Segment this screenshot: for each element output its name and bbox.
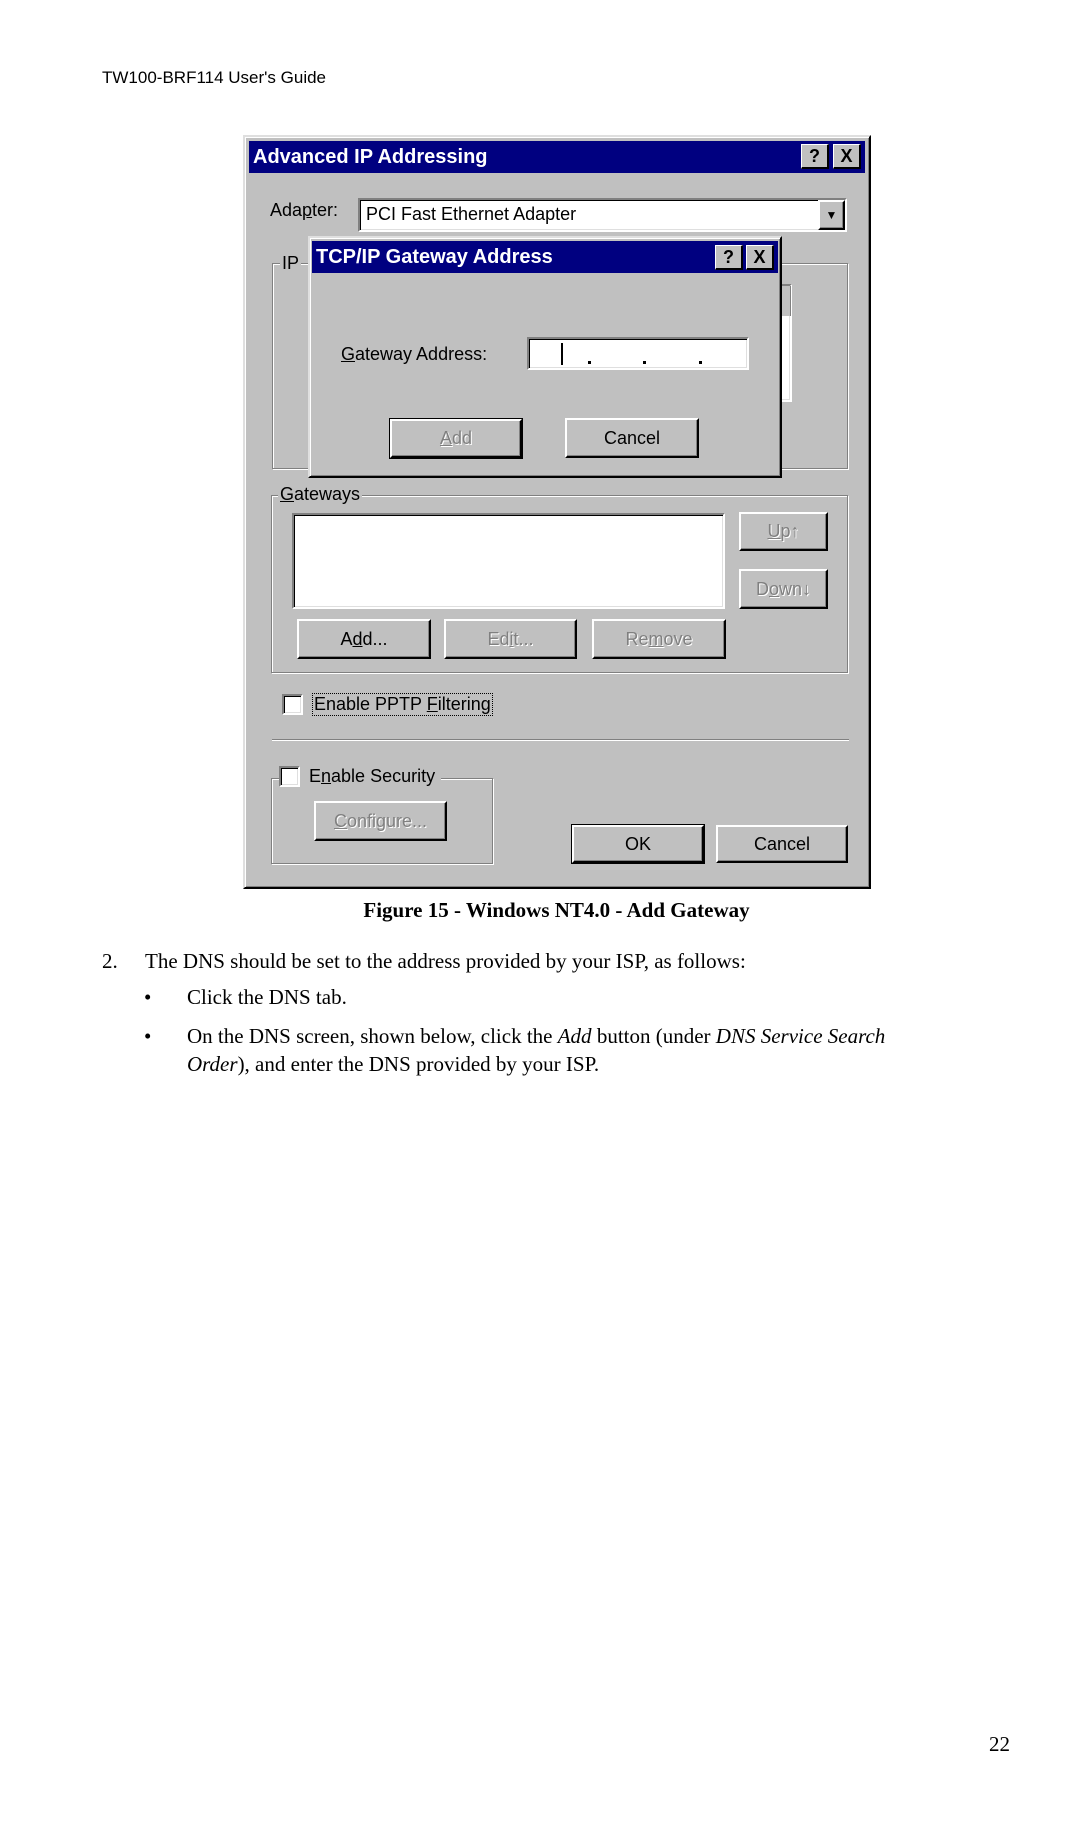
close-icon: X xyxy=(753,247,766,267)
close-button[interactable]: X xyxy=(833,144,861,169)
gateway-address-input[interactable] xyxy=(527,337,749,370)
gateways-group-label: Gateways xyxy=(278,484,363,505)
help-icon: ? xyxy=(723,247,734,267)
tcpip-gateway-address-dialog: TCP/IP Gateway Address ? X Gateway Addre… xyxy=(308,236,782,478)
enable-pptp-filtering-label[interactable]: Enable PPTP Filtering xyxy=(312,693,493,716)
ip-octet-separator xyxy=(699,361,702,364)
adapter-select[interactable]: PCI Fast Ethernet Adapter ▼ xyxy=(358,198,847,232)
cancel-button[interactable]: Cancel xyxy=(716,825,848,863)
configure-button[interactable]: Configure... xyxy=(314,801,447,841)
ip-octet-separator xyxy=(588,361,591,364)
subdialog-title-bar: TCP/IP Gateway Address xyxy=(312,241,778,273)
add-gateway-button[interactable]: Ad d... xyxy=(297,619,431,659)
help-button[interactable]: ? xyxy=(801,144,829,169)
page-header: TW100-BRF114 User's Guide xyxy=(102,68,327,87)
adapter-select-value: PCI Fast Ethernet Adapter xyxy=(366,204,577,224)
dialog-title-bar: Advanced IP Addressing xyxy=(249,141,865,173)
subdialog-help-button[interactable]: ? xyxy=(715,245,743,270)
move-down-button[interactable]: Do wn↓ xyxy=(739,569,828,609)
step-text: The DNS should be set to the address pro… xyxy=(145,949,746,973)
subdialog-cancel-button[interactable]: Cancel xyxy=(565,418,699,458)
close-icon: X xyxy=(840,146,853,166)
dialog-title: Advanced IP Addressing xyxy=(253,145,488,168)
adapter-label: Adapter: xyxy=(270,200,339,220)
enable-pptp-filtering-checkbox[interactable] xyxy=(282,694,303,715)
help-icon: ? xyxy=(809,146,820,166)
figure-caption: Figure 15 - Windows NT4.0 - Add Gateway xyxy=(363,898,750,922)
text-cursor xyxy=(561,343,563,365)
bullet-item: On the DNS screen, shown below, click th… xyxy=(187,1024,886,1048)
chevron-down-icon: ▼ xyxy=(825,208,838,222)
bullet-icon: • xyxy=(144,1024,152,1048)
edit-gateway-button[interactable]: Ed i t... xyxy=(444,619,577,659)
bullet-item-continuation: Order), and enter the DNS provided by yo… xyxy=(187,1052,600,1076)
security-group-header: Enable Security xyxy=(279,766,442,787)
page-number: 22 xyxy=(989,1732,1010,1756)
subdialog-title: TCP/IP Gateway Address xyxy=(316,245,553,268)
enable-security-checkbox[interactable] xyxy=(279,766,300,787)
gateways-list[interactable] xyxy=(292,513,725,609)
bullet-item: Click the DNS tab. xyxy=(187,985,347,1009)
gateway-address-label: Gateway Address: xyxy=(341,344,488,364)
separator xyxy=(272,739,849,741)
ip-address-group-label: IP xyxy=(280,253,302,274)
adapter-dropdown-button[interactable]: ▼ xyxy=(818,200,845,230)
ip-octet-separator xyxy=(643,361,646,364)
ok-button[interactable]: OK xyxy=(571,824,705,864)
move-up-button[interactable]: Up↑ xyxy=(739,512,828,551)
step-number: 2. xyxy=(102,949,118,973)
subdialog-close-button[interactable]: X xyxy=(746,245,774,270)
remove-gateway-button[interactable]: Re m ove xyxy=(592,619,726,659)
subdialog-add-button[interactable]: Add xyxy=(389,418,523,459)
enable-security-label[interactable]: Enable Security xyxy=(309,766,435,787)
bullet-icon: • xyxy=(144,985,152,1009)
